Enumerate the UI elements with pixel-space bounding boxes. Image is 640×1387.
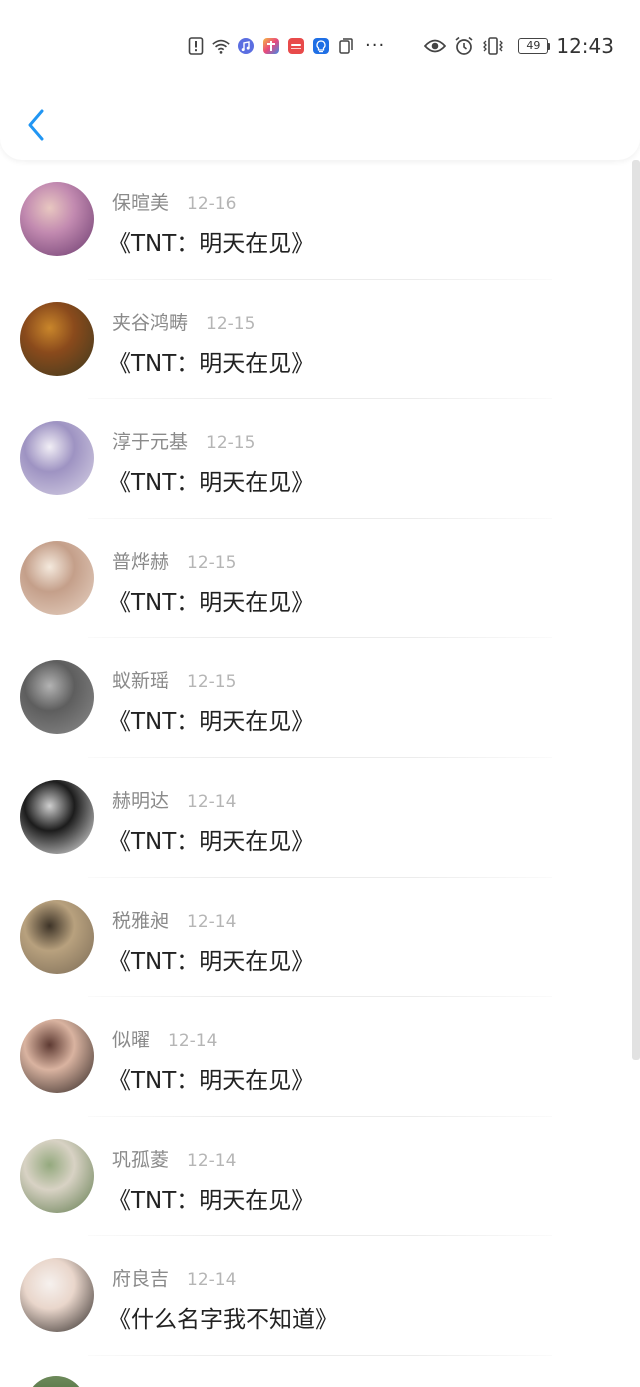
message-list: 保暄美 12-16 《TNT：明天在见》 夹谷鸿畴 12-15 《TNT：明天在见》 淳于元… xyxy=(0,160,632,1387)
huawei-app-icon xyxy=(286,36,306,56)
vibrate-icon xyxy=(481,36,505,56)
eye-icon xyxy=(423,36,447,56)
message-meta: 似曜 12-14 xyxy=(112,1025,217,1051)
alert-icon xyxy=(186,36,206,56)
more-notifications-icon: ··· xyxy=(365,35,386,56)
message-date: 12-15 xyxy=(206,433,256,454)
page: ··· 49 12:43 保暄美 12-16 《TNT：明天在见》 夹谷鸿畴 1… xyxy=(0,0,640,1387)
clipboard-icon xyxy=(336,36,356,56)
list-item[interactable]: 夹谷鸿畴 12-15 《TNT：明天在见》 xyxy=(0,280,632,400)
list-item[interactable]: 赫明达 12-14 《TNT：明天在见》 xyxy=(0,758,632,878)
avatar[interactable] xyxy=(20,421,94,496)
avatar[interactable] xyxy=(20,1138,94,1213)
username[interactable]: 夹谷鸿畴 xyxy=(112,308,188,335)
message-date: 12-15 xyxy=(206,313,256,334)
notification-icons: ··· xyxy=(186,34,385,58)
list-item[interactable]: 府良吉 12-14 《什么名字我不知道》 xyxy=(0,1236,632,1356)
avatar[interactable] xyxy=(20,301,94,376)
message-date: 12-15 xyxy=(187,672,237,693)
message-text[interactable]: 《TNT：明天在见》 xyxy=(108,1061,314,1095)
message-text[interactable]: 《TNT：明天在见》 xyxy=(108,344,314,378)
alarm-icon xyxy=(452,36,476,56)
message-text[interactable]: 《TNT：明天在见》 xyxy=(108,1181,314,1215)
message-date: 12-14 xyxy=(187,1270,237,1291)
list-item[interactable]: 似曜 12-14 《TNT：明天在见》 xyxy=(0,997,632,1117)
battery-icon: 49 xyxy=(518,38,551,54)
list-item[interactable]: 税雅昶 12-14 《TNT：明天在见》 xyxy=(0,878,632,998)
message-date: 12-15 xyxy=(187,552,237,573)
list-item[interactable]: 淳于元基 12-15 《TNT：明天在见》 xyxy=(0,399,632,519)
username[interactable]: 似曜 xyxy=(112,1025,150,1052)
message-meta: 普烨赫 12-15 xyxy=(112,547,236,573)
message-text[interactable]: 《TNT：明天在见》 xyxy=(108,583,314,617)
avatar[interactable] xyxy=(20,1019,94,1094)
scrollbar[interactable] xyxy=(632,160,640,1060)
username[interactable]: 税雅昶 xyxy=(112,906,169,933)
message-text[interactable]: 《TNT：明天在见》 xyxy=(108,702,314,736)
bulb-app-icon xyxy=(311,36,331,56)
list-item[interactable]: 保暄美 12-16 《TNT：明天在见》 xyxy=(0,160,632,280)
wifi-icon xyxy=(211,36,231,56)
message-date: 12-14 xyxy=(168,1031,218,1052)
list-item[interactable]: 巩孤菱 12-14 《TNT：明天在见》 xyxy=(0,1117,632,1237)
avatar[interactable] xyxy=(20,660,94,735)
avatar[interactable] xyxy=(20,1258,94,1333)
status-bar: ··· 49 12:43 xyxy=(0,28,640,64)
list-item[interactable]: 蚁新瑶 12-15 《TNT：明天在见》 xyxy=(0,638,632,758)
message-meta: 蚁新瑶 12-15 xyxy=(112,666,236,692)
username[interactable]: 蚁新瑶 xyxy=(112,666,169,693)
message-meta: 保暄美 12-16 xyxy=(112,188,236,214)
username[interactable]: 保暄美 xyxy=(112,188,169,215)
message-meta: 税雅昶 12-14 xyxy=(112,906,236,932)
app-store-icon xyxy=(261,36,281,56)
chevron-left-icon xyxy=(28,109,44,141)
header: ··· 49 12:43 xyxy=(0,0,640,160)
username[interactable]: 府良吉 xyxy=(112,1264,169,1291)
message-meta: 府良吉 12-14 xyxy=(112,1264,236,1290)
avatar[interactable] xyxy=(20,899,94,974)
username[interactable]: 普烨赫 xyxy=(112,547,169,574)
list-item[interactable]: 普烨赫 12-15 《TNT：明天在见》 xyxy=(0,519,632,639)
message-text[interactable]: 《TNT：明天在见》 xyxy=(108,942,314,976)
avatar[interactable] xyxy=(20,780,94,854)
username[interactable]: 淳于元基 xyxy=(112,427,188,454)
system-icons: 49 12:43 xyxy=(423,34,614,58)
back-button[interactable] xyxy=(18,100,54,150)
message-text[interactable]: 《TNT：明天在见》 xyxy=(108,224,314,258)
divider xyxy=(88,1354,552,1356)
message-text[interactable]: 《TNT：明天在见》 xyxy=(108,463,314,497)
message-meta: 夹谷鸿畴 12-15 xyxy=(112,308,255,334)
battery-level: 49 xyxy=(518,38,549,54)
username[interactable]: 巩孤菱 xyxy=(112,1145,169,1172)
message-text[interactable]: 《什么名字我不知道》 xyxy=(108,1300,338,1334)
avatar[interactable] xyxy=(20,182,94,256)
message-date: 12-14 xyxy=(187,1150,237,1171)
message-meta: 淳于元基 12-15 xyxy=(112,427,255,453)
message-date: 12-14 xyxy=(187,911,237,932)
message-text[interactable]: 《TNT：明天在见》 xyxy=(108,822,314,856)
clock: 12:43 xyxy=(556,34,614,58)
music-app-icon xyxy=(236,36,256,56)
avatar[interactable] xyxy=(20,540,94,615)
message-meta: 巩孤菱 12-14 xyxy=(112,1145,236,1171)
message-date: 12-16 xyxy=(187,194,237,214)
message-date: 12-14 xyxy=(187,792,237,812)
message-meta: 赫明达 12-14 xyxy=(112,786,236,812)
username[interactable]: 赫明达 xyxy=(112,786,169,813)
